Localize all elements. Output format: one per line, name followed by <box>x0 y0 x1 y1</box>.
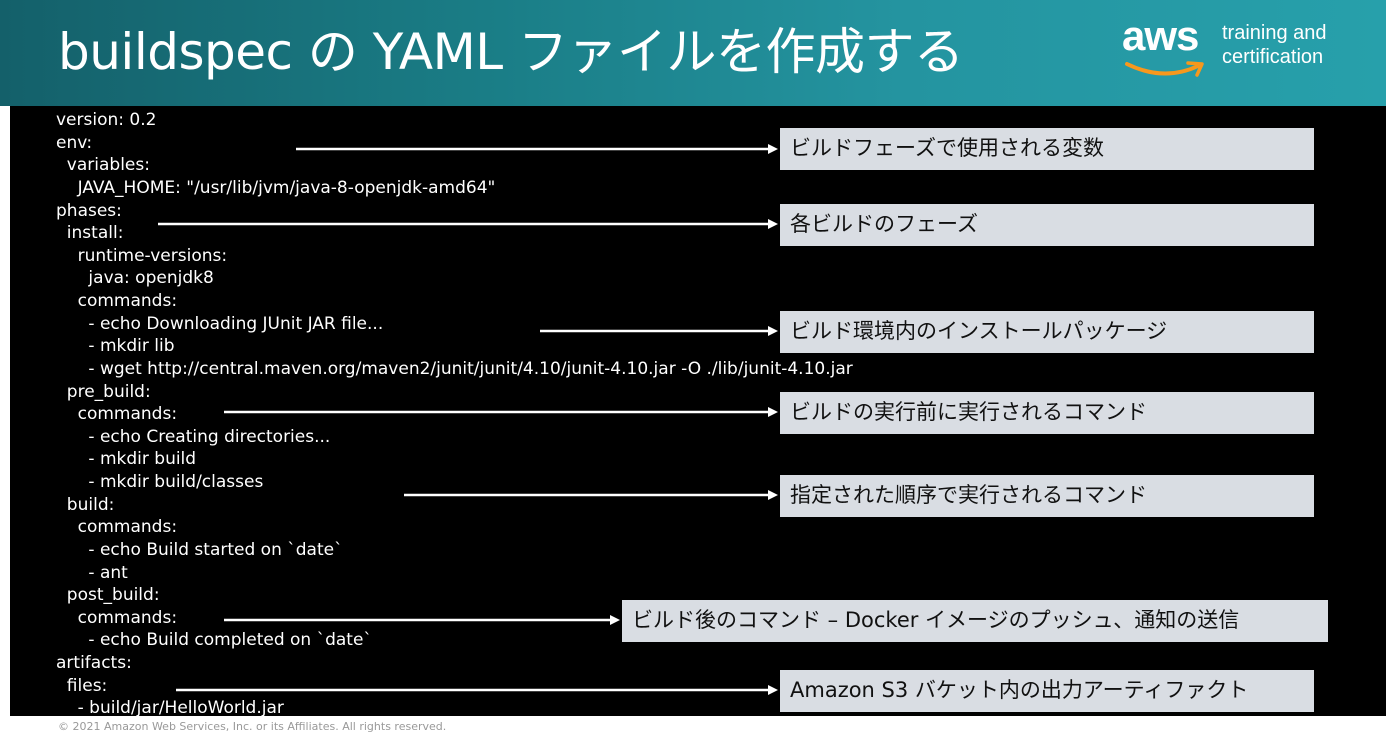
arrow-right-icon <box>224 407 778 417</box>
callout-install: ビルド環境内のインストールパッケージ <box>780 311 1314 353</box>
aws-logo: aws training and certification <box>1122 12 1362 84</box>
aws-logo-tagline-1: training and <box>1222 22 1327 44</box>
code-line: artifacts: <box>56 653 132 673</box>
code-line: - mkdir build/classes <box>56 472 264 492</box>
callout-pre-build: ビルドの実行前に実行されるコマンド <box>780 392 1314 434</box>
code-line: - echo Downloading JUnit JAR file... <box>56 314 384 334</box>
code-line: - echo Creating directories... <box>56 427 331 447</box>
slide-header: buildspec の YAML ファイルを作成する aws training … <box>0 0 1386 106</box>
code-line: files: <box>56 676 108 696</box>
arrow-right-icon <box>158 219 778 229</box>
arrow-right-icon <box>176 685 778 695</box>
arrow-right-icon <box>296 144 778 154</box>
copyright-footer: © 2021 Amazon Web Services, Inc. or its … <box>58 720 447 733</box>
code-line: install: <box>56 223 124 243</box>
code-line: - wget http://central.maven.org/maven2/j… <box>56 359 853 379</box>
arrow-right-icon <box>404 490 778 500</box>
code-line: commands: <box>56 608 178 628</box>
callout-build: 指定された順序で実行されるコマンド <box>780 475 1314 517</box>
code-line: - build/jar/HelloWorld.jar <box>56 698 284 718</box>
page-title: buildspec の YAML ファイルを作成する <box>58 23 964 81</box>
arrow-right-icon <box>224 615 620 625</box>
code-line: - echo Build started on `date` <box>56 540 343 560</box>
code-line: phases: <box>56 201 122 221</box>
code-line: env: <box>56 133 93 153</box>
callout-post-build: ビルド後のコマンド – Docker イメージのプッシュ、通知の送信 <box>622 600 1328 642</box>
code-line: variables: <box>56 155 150 175</box>
buildspec-code-panel: version: 0.2 env: variables: JAVA_HOME: … <box>10 106 1386 718</box>
callout-artifacts: Amazon S3 バケット内の出力アーティファクト <box>780 670 1314 712</box>
code-line: runtime-versions: <box>56 246 228 266</box>
aws-smile-icon <box>1125 61 1204 77</box>
code-line: - mkdir lib <box>56 336 175 356</box>
code-line: commands: <box>56 517 178 537</box>
arrow-right-icon <box>540 326 778 336</box>
code-line: commands: <box>56 291 178 311</box>
code-line: pre_build: <box>56 382 151 402</box>
code-line: java: openjdk8 <box>56 268 214 288</box>
code-line: JAVA_HOME: "/usr/lib/jvm/java-8-openjdk-… <box>56 178 496 198</box>
aws-logo-tagline-2: certification <box>1222 46 1324 68</box>
code-line: - echo Build completed on `date` <box>56 630 372 650</box>
code-line: - ant <box>56 563 128 583</box>
code-line: - mkdir build <box>56 449 197 469</box>
callout-env-variables: ビルドフェーズで使用される変数 <box>780 128 1314 170</box>
code-line: post_build: <box>56 585 160 605</box>
code-line: build: <box>56 495 115 515</box>
code-line: commands: <box>56 404 178 424</box>
code-line: version: 0.2 <box>56 110 157 130</box>
aws-logo-text: aws <box>1122 12 1199 59</box>
callout-phases: 各ビルドのフェーズ <box>780 204 1314 246</box>
